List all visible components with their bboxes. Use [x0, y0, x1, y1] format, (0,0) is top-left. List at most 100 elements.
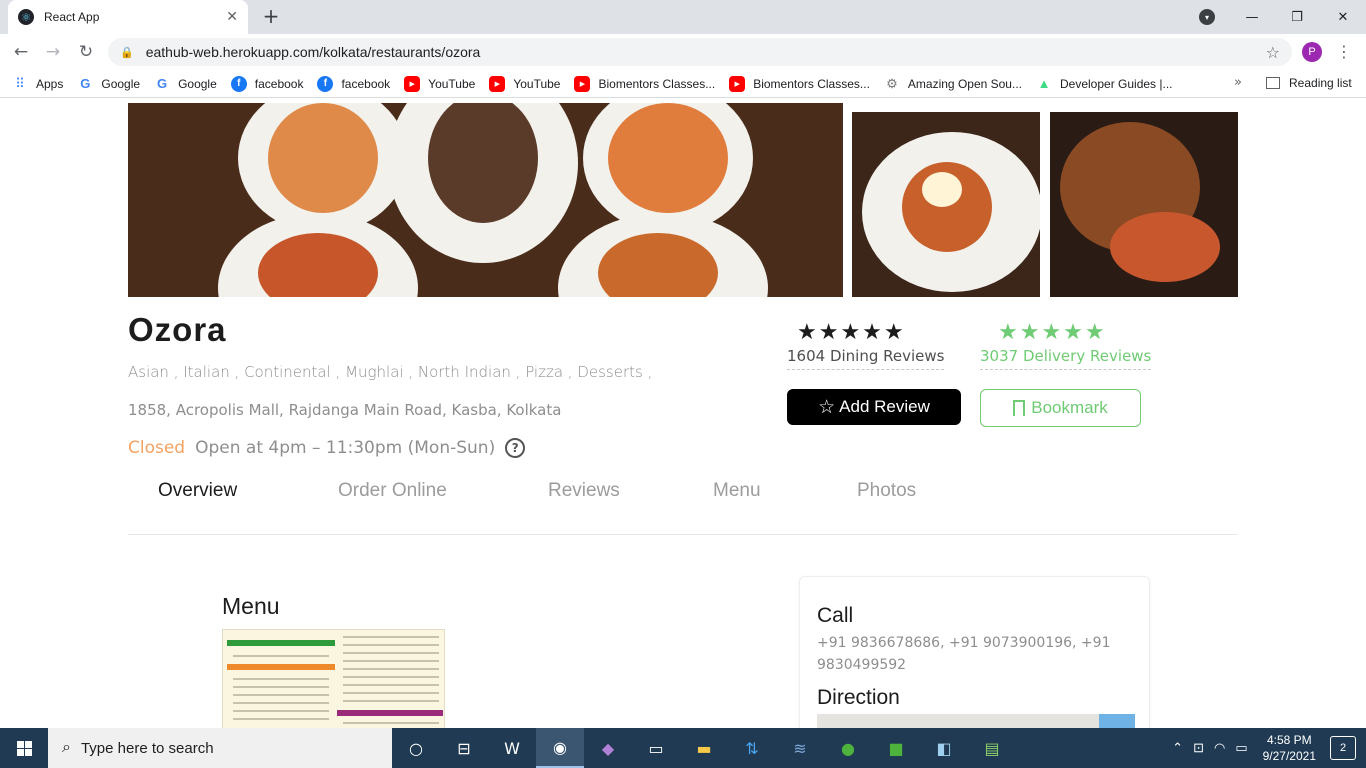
- more-bookmarks-icon[interactable]: »: [1234, 75, 1242, 90]
- browser-tab-strip: ⚛ React App ✕ + ▾ — ❐ ✕: [0, 0, 1366, 34]
- menu-line: [343, 684, 439, 686]
- dining-rating[interactable]: ★★★★★ 1604 Dining Reviews: [787, 321, 945, 370]
- bookmark-label: Biomentors Classes...: [598, 76, 716, 91]
- opening-hours: Closed Open at 4pm – 11:30pm (Mon-Sun) ?: [128, 438, 526, 458]
- file-explorer-icon[interactable]: ▬: [680, 728, 728, 768]
- lock-icon[interactable]: 🔒: [120, 46, 134, 59]
- taskbar-clock[interactable]: 4:58 PM 9/27/2021: [1263, 732, 1316, 764]
- bookmark-label: facebook: [254, 76, 304, 91]
- direction-map[interactable]: [817, 714, 1135, 728]
- browser-menu-icon[interactable]: ⋮: [1336, 42, 1352, 62]
- apps-grid-icon: ⠿: [15, 75, 25, 91]
- reload-icon[interactable]: ↻: [75, 41, 97, 63]
- battery-icon[interactable]: ▭: [1235, 740, 1247, 756]
- bookmark-label: Google: [101, 76, 141, 91]
- start-button[interactable]: [0, 728, 48, 768]
- direction-heading: Direction: [817, 686, 900, 709]
- word-icon[interactable]: W: [488, 728, 536, 768]
- android-icon: ▲: [1037, 76, 1051, 91]
- bookmark-label: YouTube: [428, 76, 476, 91]
- taskbar-search[interactable]: ⌕ Type here to search: [48, 728, 392, 768]
- vscode-icon[interactable]: ≋: [776, 728, 824, 768]
- address-bar[interactable]: 🔒 eathub-web.herokuapp.com/kolkata/resta…: [108, 38, 1292, 66]
- tab-search-icon[interactable]: ▾: [1199, 9, 1215, 25]
- restore-button[interactable]: ❐: [1274, 0, 1320, 34]
- dining-review-count: 1604 Dining Reviews: [787, 347, 945, 370]
- tab-menu[interactable]: Menu: [713, 480, 761, 502]
- bookmark-label: YouTube: [513, 76, 561, 91]
- contact-card: Call +91 9836678686, +91 9073900196, +91…: [799, 576, 1150, 728]
- restaurant-page: Ozora Asian , Italian , Continental , Mu…: [0, 99, 1366, 728]
- search-icon: ⌕: [62, 739, 71, 756]
- tab-order-online[interactable]: Order Online: [338, 480, 447, 502]
- bookmark-facebook[interactable]: f facebook: [230, 75, 304, 92]
- bookmark-label: Developer Guides |...: [1060, 76, 1173, 91]
- terminal-icon[interactable]: ▭: [632, 728, 680, 768]
- browser-tab[interactable]: ⚛ React App ✕: [8, 0, 248, 34]
- restaurant-photo-main[interactable]: [128, 103, 843, 297]
- restaurant-photo-3[interactable]: [1050, 112, 1238, 297]
- new-tab-button[interactable]: +: [260, 6, 282, 28]
- taskmanager-icon[interactable]: ▤: [968, 728, 1016, 768]
- tab-overview[interactable]: Overview: [158, 480, 237, 502]
- bookmark-open-source[interactable]: ⚙ Amazing Open Sou...: [884, 76, 1022, 92]
- bookmark-biomentors[interactable]: ▶ Biomentors Classes...: [574, 75, 716, 92]
- bookmark-youtube[interactable]: ▶ YouTube: [404, 75, 476, 92]
- task-view-icon[interactable]: ⊟: [440, 728, 488, 768]
- bookmark-button[interactable]: Bookmark: [980, 389, 1141, 427]
- device-icon[interactable]: ⊡: [1193, 740, 1204, 756]
- notifications-icon[interactable]: 2: [1330, 736, 1356, 760]
- menu-line: [343, 676, 439, 678]
- delivery-rating[interactable]: ★★★★★ 3037 Delivery Reviews: [980, 321, 1152, 370]
- bookmark-developer-guides[interactable]: ▲ Developer Guides |...: [1036, 76, 1173, 92]
- bookmark-google[interactable]: G Google: [154, 76, 217, 92]
- mongodb-icon[interactable]: ●: [824, 728, 872, 768]
- wifi-icon[interactable]: ◠: [1214, 740, 1225, 756]
- bookmark-label: Amazing Open Sou...: [907, 76, 1022, 91]
- close-window-button[interactable]: ✕: [1320, 0, 1366, 34]
- open-timing: Open at 4pm – 11:30pm (Mon-Sun): [195, 438, 496, 458]
- food-image: [268, 103, 378, 213]
- tab-reviews[interactable]: Reviews: [548, 480, 620, 502]
- menu-line: [343, 652, 439, 654]
- menu-line: [233, 655, 329, 657]
- back-icon[interactable]: ←: [10, 41, 32, 63]
- tab-title: React App: [44, 10, 100, 24]
- mongodb-compass-icon[interactable]: ■: [872, 728, 920, 768]
- bookmark-biomentors[interactable]: ▶ Biomentors Classes...: [729, 75, 870, 92]
- bookmark-label: Apps: [36, 76, 64, 91]
- visual-studio-icon[interactable]: ◆: [584, 728, 632, 768]
- show-hidden-icons-icon[interactable]: ⌃: [1172, 740, 1183, 756]
- bookmark-label: Google: [178, 76, 217, 91]
- menu-line: [233, 678, 329, 680]
- star-outline-icon: ☆: [818, 396, 836, 418]
- cuisine-list: Asian , Italian , Continental , Mughlai …: [128, 363, 653, 381]
- menu-heading: Menu: [222, 593, 280, 619]
- forward-icon[interactable]: →: [42, 41, 64, 63]
- minimize-button[interactable]: —: [1229, 0, 1275, 34]
- phone-numbers[interactable]: +91 9836678686, +91 9073900196, +91 9830…: [817, 632, 1117, 676]
- reading-list-button[interactable]: Reading list: [1266, 76, 1352, 90]
- reading-list-label: Reading list: [1289, 76, 1352, 90]
- windows-logo-icon: [16, 740, 32, 756]
- bookmark-google[interactable]: G Google: [77, 76, 140, 92]
- close-tab-icon[interactable]: ✕: [226, 9, 238, 25]
- help-icon[interactable]: ?: [505, 438, 526, 458]
- add-review-button[interactable]: ☆ Add Review: [787, 389, 961, 425]
- bookmark-star-icon[interactable]: ☆: [1266, 43, 1280, 62]
- menu-image[interactable]: [222, 629, 445, 728]
- profile-avatar[interactable]: P: [1302, 42, 1322, 62]
- chrome-icon[interactable]: ◉: [536, 728, 584, 768]
- menu-line: [343, 668, 439, 670]
- store-icon[interactable]: ⇅: [728, 728, 776, 768]
- cortana-icon[interactable]: ○: [392, 728, 440, 768]
- bookmark-youtube[interactable]: ▶ YouTube: [489, 75, 561, 92]
- menu-line: [343, 692, 439, 694]
- notes-icon[interactable]: ◧: [920, 728, 968, 768]
- bookmark-facebook[interactable]: f facebook: [317, 75, 390, 92]
- restaurant-photo-2[interactable]: [852, 112, 1040, 297]
- tab-photos[interactable]: Photos: [857, 480, 916, 502]
- map-water: [1099, 714, 1135, 728]
- bookmark-apps[interactable]: ⠿ Apps: [12, 76, 63, 92]
- open-status: Closed: [128, 438, 186, 458]
